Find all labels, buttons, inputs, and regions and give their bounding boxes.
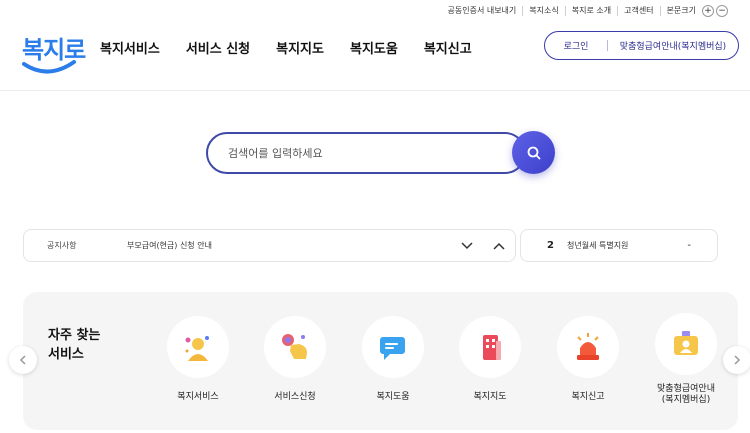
service-icon-circle bbox=[264, 316, 326, 378]
welfare-news-link[interactable]: 복지소식 bbox=[522, 6, 564, 16]
service-icon-circle bbox=[362, 316, 424, 378]
service-welfare-report[interactable]: 복지신고 bbox=[543, 316, 633, 403]
membership-card-icon bbox=[674, 331, 698, 355]
keyword-change: - bbox=[687, 240, 691, 251]
zoom-in-button[interactable]: + bbox=[702, 5, 714, 17]
header-divider bbox=[0, 90, 750, 91]
login-button[interactable]: 로그인 bbox=[545, 39, 607, 52]
service-label: 복지신고 bbox=[571, 392, 605, 402]
nav-welfare-services[interactable]: 복지서비스 bbox=[100, 38, 160, 57]
service-label: 복지지도 bbox=[473, 392, 507, 402]
keyword-text: 청년월세 특별지원 bbox=[567, 241, 629, 250]
membership-guide-button[interactable]: 맞춤형급여안내(복지멤버십) bbox=[608, 39, 738, 52]
notice-category: 공지사항 bbox=[47, 241, 77, 250]
search-button[interactable] bbox=[512, 131, 555, 174]
service-membership-guide[interactable]: 맞춤형급여안내 (복지멤버십) bbox=[641, 313, 731, 405]
service-welfare-services[interactable]: 복지서비스 bbox=[153, 316, 243, 403]
service-label: 맞춤형급여안내 bbox=[657, 384, 715, 394]
service-welfare-map[interactable]: 복지지도 bbox=[445, 316, 535, 403]
popular-keyword-bar[interactable]: 2 청년월세 특별지원 - bbox=[520, 229, 718, 262]
logo-swoosh-icon bbox=[22, 60, 76, 74]
search-input[interactable] bbox=[228, 144, 488, 162]
person-icon bbox=[185, 336, 209, 361]
alarm-icon bbox=[577, 333, 599, 360]
title-line-1: 자주 찾는 bbox=[48, 328, 101, 343]
zoom-out-button[interactable]: − bbox=[716, 5, 728, 17]
nav-welfare-help[interactable]: 복지도움 bbox=[350, 38, 398, 57]
service-icon-circle bbox=[655, 313, 717, 375]
notice-text[interactable]: 부모급여(현금) 신청 안내 bbox=[127, 240, 451, 251]
search-icon bbox=[527, 146, 540, 159]
hand-click-icon bbox=[282, 334, 307, 359]
frequent-services-panel: 자주 찾는 서비스 복지서비스 서비스신청 복지도움 복지지도 복지신고 맞춤형… bbox=[23, 292, 738, 430]
service-apply[interactable]: 서비스신청 bbox=[250, 316, 340, 403]
service-icon-circle bbox=[557, 316, 619, 378]
utility-bar: 공동인증서 내보내기 복지소식 복지로 소개 고객센터 본문크기 + − bbox=[442, 5, 728, 17]
service-label: 복지도움 bbox=[376, 392, 410, 402]
search-box bbox=[206, 132, 526, 174]
title-line-2: 서비스 bbox=[48, 347, 84, 362]
chevron-right-icon bbox=[734, 355, 741, 365]
member-box: 로그인 맞춤형급여안내(복지멤버십) bbox=[544, 31, 739, 60]
notice-next-button[interactable] bbox=[451, 241, 483, 250]
chat-icon bbox=[380, 337, 405, 360]
service-label-sub: (복지멤버십) bbox=[661, 395, 711, 405]
cert-export-link[interactable]: 공동인증서 내보내기 bbox=[442, 6, 523, 16]
notice-bar: 공지사항 부모급여(현금) 신청 안내 bbox=[23, 229, 516, 262]
logo[interactable]: 복지로 bbox=[22, 28, 86, 78]
service-icon-circle bbox=[167, 316, 229, 378]
service-icon-circle bbox=[459, 316, 521, 378]
main-nav: 복지서비스 서비스 신청 복지지도 복지도움 복지신고 bbox=[100, 38, 498, 57]
carousel-next-button[interactable] bbox=[723, 346, 750, 374]
service-welfare-help[interactable]: 복지도움 bbox=[348, 316, 438, 403]
nav-service-apply[interactable]: 서비스 신청 bbox=[186, 38, 250, 57]
keyword-rank: 2 bbox=[547, 240, 554, 251]
chevron-left-icon bbox=[19, 355, 26, 365]
nav-welfare-report[interactable]: 복지신고 bbox=[424, 38, 472, 57]
customer-center-link[interactable]: 고객센터 bbox=[617, 6, 659, 16]
service-label: 서비스신청 bbox=[274, 392, 316, 402]
about-link[interactable]: 복지로 소개 bbox=[564, 6, 617, 16]
building-icon bbox=[483, 335, 501, 360]
carousel-prev-button[interactable] bbox=[9, 346, 37, 374]
service-label: 복지서비스 bbox=[177, 392, 219, 402]
frequent-services-title: 자주 찾는 서비스 bbox=[48, 326, 100, 364]
text-size-label: 본문크기 bbox=[659, 6, 700, 16]
notice-prev-button[interactable] bbox=[483, 242, 515, 250]
chevron-up-icon bbox=[493, 242, 505, 250]
nav-welfare-map[interactable]: 복지지도 bbox=[276, 38, 324, 57]
chevron-down-icon bbox=[461, 241, 473, 249]
